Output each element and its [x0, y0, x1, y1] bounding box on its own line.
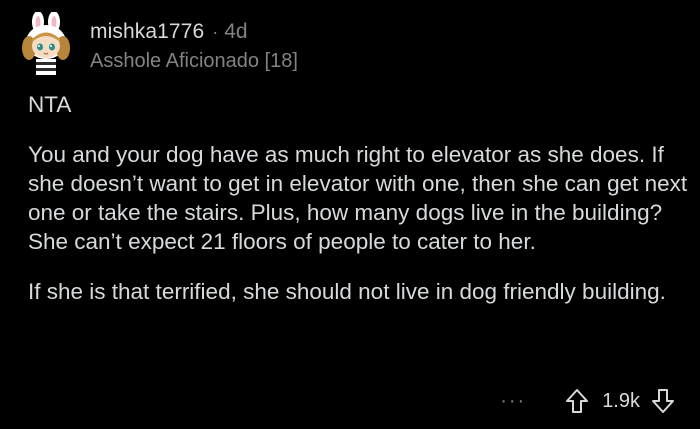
downvote-arrow-icon[interactable]	[650, 387, 676, 415]
vote-score: 1.9k	[602, 389, 640, 412]
comment-meta: mishka1776 · 4d Asshole Aficionado [18]	[90, 21, 298, 71]
avatar-image	[22, 11, 70, 75]
comment-body: NTA You and your dog have as much right …	[28, 90, 688, 327]
more-options-button[interactable]: ···	[500, 390, 526, 413]
user-avatar[interactable]	[14, 11, 78, 76]
upvote-arrow-icon[interactable]	[564, 387, 590, 415]
comment-age: 4d	[224, 20, 248, 43]
comment-actions: ··· 1.9k	[500, 385, 676, 417]
username-link[interactable]: mishka1776	[90, 21, 204, 42]
comment-paragraph: You and your dog have as much right to e…	[28, 142, 688, 254]
separator-dot: ·	[212, 21, 219, 42]
comment-paragraph: NTA	[28, 92, 72, 117]
user-flair: Asshole Aficionado [18]	[90, 50, 298, 72]
comment: mishka1776 · 4d Asshole Aficionado [18] …	[0, 0, 700, 429]
comment-paragraph: If she is that terrified, she should not…	[28, 279, 666, 304]
comment-header: mishka1776 · 4d	[90, 21, 298, 42]
